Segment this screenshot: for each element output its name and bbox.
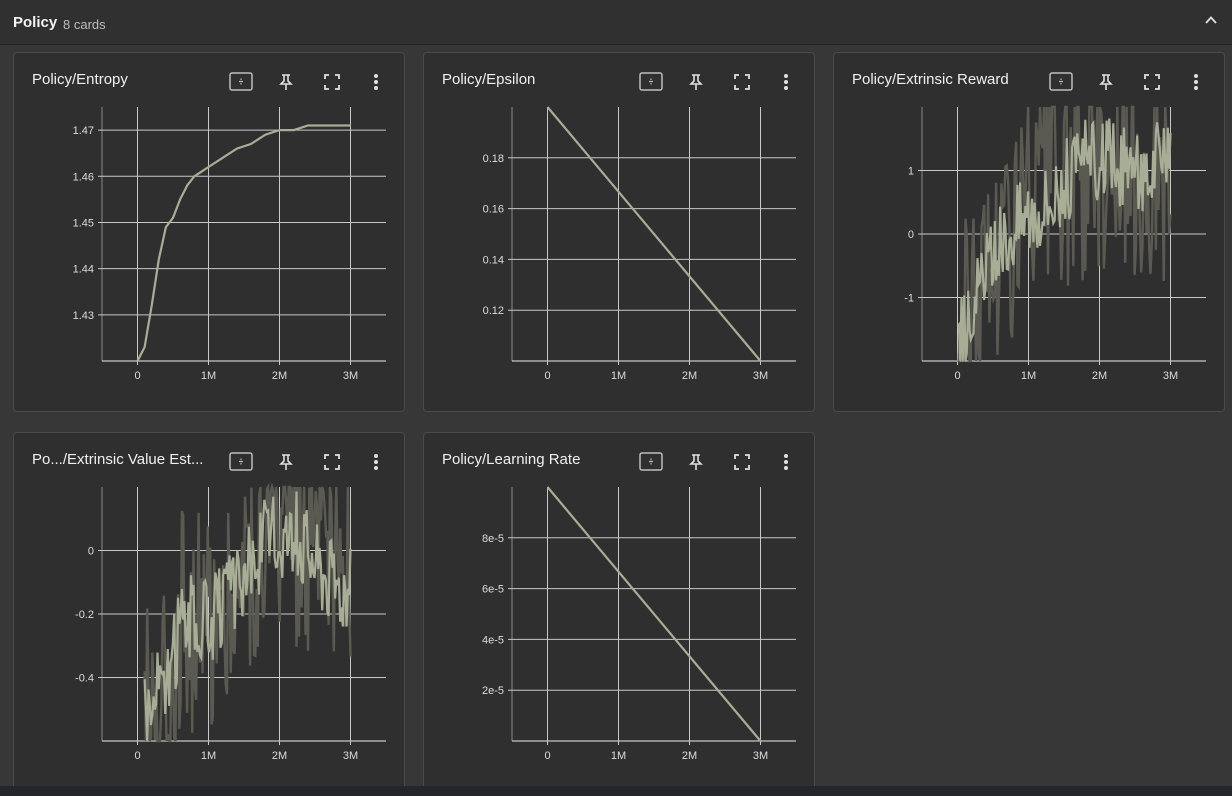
x-tick-label: 3M <box>753 370 768 382</box>
y-tick-label: 8e-5 <box>482 533 504 545</box>
x-tick-label: 1M <box>611 750 626 762</box>
y-tick-label: 0 <box>908 229 914 241</box>
y-tick-label: 0 <box>88 546 94 558</box>
x-tick-label: 2M <box>272 750 287 762</box>
chevron-up-icon[interactable] <box>1204 13 1218 27</box>
x-tick-label: 0 <box>544 370 550 382</box>
y-tick-label: 1.44 <box>73 264 94 276</box>
x-tick-label: 0 <box>954 370 960 382</box>
series-line <box>136 124 351 362</box>
scalar-card[interactable]: Policy/Entropy 0 1M 2M 3M 1.43 1.44 1.45 1.46 1.4… <box>13 52 405 412</box>
x-tick-label: 2M <box>682 370 697 382</box>
y-tick-label: -1 <box>904 293 914 305</box>
y-tick-label: 4e-5 <box>482 634 504 646</box>
y-tick-label: 1 <box>908 166 914 178</box>
series-line <box>546 106 762 362</box>
y-tick-label: -0.2 <box>75 609 94 621</box>
line-chart[interactable]: 0 1M 2M 3M 0.12 0.14 0.16 0.18 <box>424 53 815 412</box>
card-count: 8 cards <box>63 17 106 32</box>
series-line <box>546 486 762 742</box>
scalar-card[interactable]: Po.../Extrinsic Value Est... 0 1M 2M 3M -0.4-… <box>13 432 405 792</box>
x-tick-label: 2M <box>272 370 287 382</box>
x-tick-label: 1M <box>611 370 626 382</box>
y-tick-label: 1.43 <box>73 310 94 322</box>
x-tick-label: 0 <box>544 750 550 762</box>
x-tick-label: 0 <box>134 750 140 762</box>
y-tick-label: 0.14 <box>483 254 504 266</box>
y-tick-label: 1.46 <box>73 171 94 183</box>
line-chart[interactable]: 0 1M 2M 3M 1.43 1.44 1.45 1.46 1.47 <box>14 53 405 412</box>
x-tick-label: 1M <box>201 750 216 762</box>
y-tick-label: 1.45 <box>73 217 94 229</box>
x-tick-label: 0 <box>134 370 140 382</box>
x-tick-label: 3M <box>1163 370 1178 382</box>
x-tick-label: 2M <box>682 750 697 762</box>
section-title: Policy <box>13 14 58 31</box>
y-tick-label: 6e-5 <box>482 584 504 596</box>
scalar-card[interactable]: Policy/Extrinsic Reward 0 1M 2M 3M -1 0 1 <box>833 52 1225 412</box>
line-chart[interactable]: 0 1M 2M 3M 2e-5 4e-5 6e-5 8e-5 <box>424 433 815 792</box>
y-tick-label: -0.4 <box>75 673 94 685</box>
y-tick-label: 2e-5 <box>482 685 504 697</box>
x-tick-label: 3M <box>343 750 358 762</box>
bottom-bar <box>0 786 1232 796</box>
x-tick-label: 1M <box>1021 370 1036 382</box>
scalar-card[interactable]: Policy/Learning Rate 0 1M 2M 3M 2e-5 4e-5 6e-5 8… <box>423 432 815 792</box>
x-tick-label: 3M <box>753 750 768 762</box>
y-tick-label: 0.12 <box>483 305 504 317</box>
x-tick-label: 3M <box>343 370 358 382</box>
line-chart[interactable]: 0 1M 2M 3M -1 0 1 <box>834 53 1225 412</box>
x-tick-label: 1M <box>201 370 216 382</box>
x-tick-label: 2M <box>1092 370 1107 382</box>
y-tick-label: 0.18 <box>483 153 504 165</box>
scalar-card[interactable]: Policy/Epsilon 0 1M 2M 3M 0.12 0.14 0.16 0.18 <box>423 52 815 412</box>
y-tick-label: 1.47 <box>73 125 94 137</box>
y-tick-label: 0.16 <box>483 204 504 216</box>
line-chart[interactable]: 0 1M 2M 3M -0.4 -0.2 0 <box>14 433 405 792</box>
section-header[interactable]: Policy 8 cards <box>0 0 1232 45</box>
